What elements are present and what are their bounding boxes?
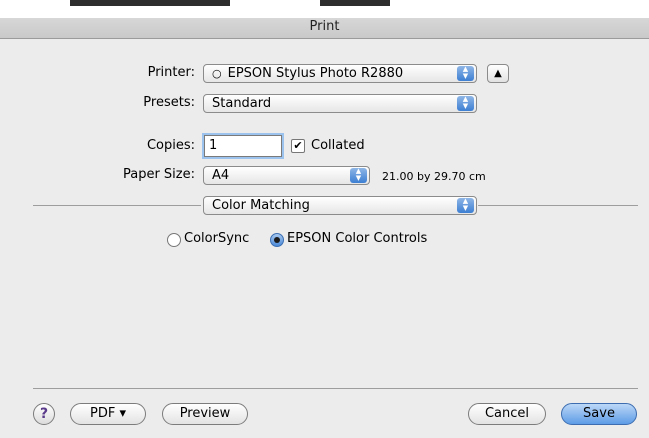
presets-label: Presets: <box>143 95 195 110</box>
dark-band <box>320 0 390 6</box>
presets-popup[interactable]: Standard ▲ ▼ <box>203 94 477 113</box>
printer-label: Printer: <box>147 65 195 80</box>
collated-checkbox[interactable]: ✔ <box>291 139 305 153</box>
popup-arrows-icon: ▲ ▼ <box>457 96 474 111</box>
checkmark-icon: ✔ <box>293 139 303 152</box>
help-button[interactable]: ? <box>33 403 55 425</box>
disclosure-button[interactable]: ▲ <box>487 64 509 83</box>
separator-right <box>478 205 638 206</box>
panel-value: Color Matching <box>212 198 310 213</box>
window-title: Print <box>309 19 340 34</box>
desktop-strip <box>0 0 649 18</box>
popup-arrows-icon: ▲ ▼ <box>457 66 474 81</box>
paper-size-label: Paper Size: <box>122 167 195 182</box>
copies-label: Copies: <box>146 138 195 153</box>
paper-size-popup[interactable]: A4 ▲ ▼ <box>203 166 370 185</box>
popup-arrows-icon: ▲ ▼ <box>350 168 367 183</box>
panel-popup[interactable]: Color Matching ▲ ▼ <box>203 196 477 215</box>
paper-dimensions: 21.00 by 29.70 cm <box>382 170 486 183</box>
pdf-menu-button[interactable]: PDF ▾ <box>70 403 146 425</box>
dark-band <box>70 0 230 6</box>
printer-value: EPSON Stylus Photo R2880 <box>227 66 404 81</box>
printer-status-icon: ○ <box>212 67 222 80</box>
popup-arrows-icon: ▲ ▼ <box>457 198 474 213</box>
printer-popup[interactable]: ○ EPSON Stylus Photo R2880 ▲ ▼ <box>203 64 477 83</box>
collated-label: Collated <box>311 138 365 153</box>
save-button[interactable]: Save <box>561 403 637 425</box>
triangle-up-icon: ▲ <box>494 68 502 79</box>
copies-input[interactable]: 1 <box>204 135 282 157</box>
epson-color-controls-radio[interactable] <box>270 233 284 247</box>
presets-value: Standard <box>212 96 272 111</box>
epson-color-controls-label: EPSON Color Controls <box>287 231 428 246</box>
footer-separator <box>33 388 638 389</box>
colorsync-label: ColorSync <box>184 231 250 246</box>
preview-button[interactable]: Preview <box>162 403 248 425</box>
paper-size-value: A4 <box>212 168 230 183</box>
separator-left <box>33 205 201 206</box>
colorsync-radio[interactable] <box>167 233 181 247</box>
title-bar: Print <box>0 0 649 39</box>
cancel-button[interactable]: Cancel <box>468 403 546 425</box>
